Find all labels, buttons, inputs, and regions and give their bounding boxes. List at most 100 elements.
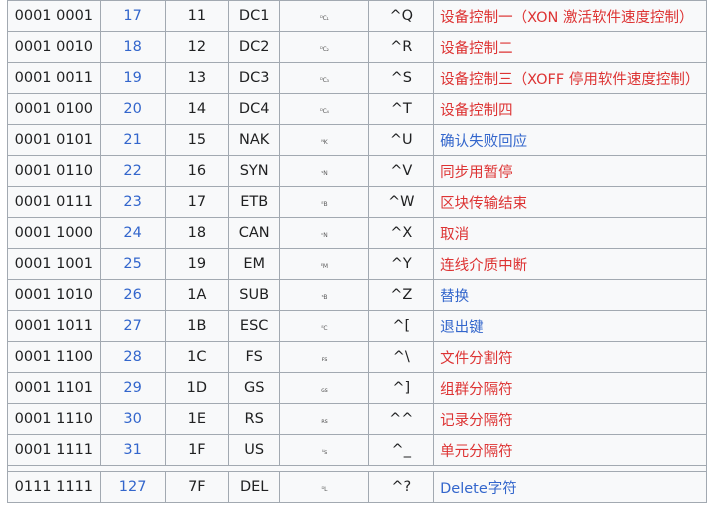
abbreviation-cell: ETB bbox=[228, 186, 281, 218]
caret-notation-cell: ^_ bbox=[368, 434, 435, 466]
description-link[interactable]: 设备控制二 bbox=[433, 31, 707, 63]
decimal-link-text[interactable]: 28 bbox=[123, 349, 141, 365]
description-link-text[interactable]: 设备控制二 bbox=[440, 41, 513, 57]
description-link[interactable]: 替换 bbox=[433, 279, 707, 311]
description-link[interactable]: 区块传输结束 bbox=[433, 186, 707, 218]
control-symbol-cell-text: ᴰL bbox=[321, 486, 328, 493]
decimal-link-text[interactable]: 30 bbox=[123, 411, 141, 427]
decimal-link[interactable]: 19 bbox=[99, 62, 166, 94]
abbreviation-cell-text: DC4 bbox=[238, 101, 270, 117]
description-link[interactable]: 连线介质中断 bbox=[433, 248, 707, 280]
description-link[interactable]: 组群分隔符 bbox=[433, 372, 707, 404]
table-row: 0001 1000 24 18 CAN ᶜN ^X 取消 bbox=[7, 217, 707, 249]
description-link[interactable]: 设备控制一（XON 激活软件速度控制） bbox=[433, 0, 707, 32]
table-row: 0001 1110 30 1E RS ʀs ^^ 记录分隔符 bbox=[7, 403, 707, 435]
description-link-text[interactable]: 单元分隔符 bbox=[440, 444, 513, 460]
table-row: 0001 1100 28 1C FS ꜰs ^\ 文件分割符 bbox=[7, 341, 707, 373]
description-link[interactable]: 确认失败回应 bbox=[433, 124, 707, 156]
caret-notation-cell-text: ^R bbox=[390, 39, 413, 55]
description-link[interactable]: 设备控制三（XOFF 停用软件速度控制） bbox=[433, 62, 707, 94]
decimal-link[interactable]: 31 bbox=[99, 434, 166, 466]
hex-cell-text: 19 bbox=[187, 256, 207, 272]
decimal-link[interactable]: 23 bbox=[99, 186, 166, 218]
hex-cell: 17 bbox=[164, 186, 230, 218]
decimal-link[interactable]: 21 bbox=[99, 124, 166, 156]
hex-cell-text: 15 bbox=[187, 132, 207, 148]
control-symbol-cell-text: ᴰC₂ bbox=[320, 46, 329, 53]
decimal-link-text[interactable]: 19 bbox=[123, 70, 141, 86]
hex-cell-text: 13 bbox=[187, 70, 207, 86]
decimal-link[interactable]: 18 bbox=[99, 31, 166, 63]
decimal-link-text[interactable]: 17 bbox=[123, 8, 141, 24]
control-symbol-cell: ᶜN bbox=[279, 217, 370, 249]
description-link[interactable]: 单元分隔符 bbox=[433, 434, 707, 466]
binary-cell: 0001 1000 bbox=[7, 217, 101, 249]
caret-notation-cell-text: ^_ bbox=[391, 442, 411, 458]
abbreviation-cell-text: GS bbox=[243, 380, 265, 396]
hex-cell: 1D bbox=[164, 372, 230, 404]
decimal-link[interactable]: 30 bbox=[99, 403, 166, 435]
decimal-link-text[interactable]: 25 bbox=[123, 256, 141, 272]
description-link[interactable]: 取消 bbox=[433, 217, 707, 249]
decimal-link[interactable]: 127 bbox=[99, 471, 166, 503]
description-link-text[interactable]: 文件分割符 bbox=[440, 351, 513, 367]
description-link-text[interactable]: 替换 bbox=[440, 289, 469, 305]
description-link-text[interactable]: 组群分隔符 bbox=[440, 382, 513, 398]
decimal-link-text[interactable]: 20 bbox=[123, 101, 141, 117]
decimal-link-text[interactable]: 24 bbox=[123, 225, 141, 241]
decimal-link[interactable]: 20 bbox=[99, 93, 166, 125]
control-symbol-cell-text: ˢB bbox=[321, 294, 328, 301]
caret-notation-cell: ^Q bbox=[368, 0, 435, 32]
description-link-text[interactable]: 设备控制一（XON 激活软件速度控制） bbox=[440, 10, 693, 26]
table-row: 0001 0001 17 11 DC1 ᴰC₁ ^Q 设备控制一（XON 激活软件速度控制） bbox=[7, 0, 707, 32]
caret-notation-cell: ^V bbox=[368, 155, 435, 187]
description-link-text[interactable]: 设备控制三（XOFF 停用软件速度控制） bbox=[440, 72, 699, 88]
abbreviation-cell-text: DC1 bbox=[238, 8, 270, 24]
abbreviation-cell: FS bbox=[228, 341, 281, 373]
decimal-link[interactable]: 28 bbox=[99, 341, 166, 373]
control-symbol-cell: ᴱM bbox=[279, 248, 370, 280]
control-symbol-cell: ʀs bbox=[279, 403, 370, 435]
description-link[interactable]: 同步用暂停 bbox=[433, 155, 707, 187]
description-link-text[interactable]: 区块传输结束 bbox=[440, 196, 527, 212]
decimal-link[interactable]: 24 bbox=[99, 217, 166, 249]
abbreviation-cell-text: RS bbox=[244, 411, 264, 427]
description-link-text[interactable]: 取消 bbox=[440, 227, 469, 243]
binary-cell-text: 0001 1111 bbox=[14, 442, 94, 458]
caret-notation-cell: ^S bbox=[368, 62, 435, 94]
decimal-link[interactable]: 27 bbox=[99, 310, 166, 342]
description-link[interactable]: Delete字符 bbox=[433, 471, 707, 503]
description-link-text[interactable]: 设备控制四 bbox=[440, 103, 513, 119]
decimal-link-text[interactable]: 27 bbox=[123, 318, 141, 334]
decimal-link-text[interactable]: 22 bbox=[123, 163, 141, 179]
abbreviation-cell-text: DC3 bbox=[238, 70, 270, 86]
decimal-link[interactable]: 26 bbox=[99, 279, 166, 311]
binary-cell: 0001 1011 bbox=[7, 310, 101, 342]
decimal-link-text[interactable]: 26 bbox=[123, 287, 141, 303]
decimal-link-text[interactable]: 21 bbox=[123, 132, 141, 148]
caret-notation-cell-text: ^? bbox=[391, 479, 412, 495]
description-link[interactable]: 文件分割符 bbox=[433, 341, 707, 373]
description-link-text[interactable]: 记录分隔符 bbox=[440, 413, 513, 429]
decimal-link-text[interactable]: 31 bbox=[123, 442, 141, 458]
decimal-link[interactable]: 22 bbox=[99, 155, 166, 187]
description-link-text[interactable]: 连线介质中断 bbox=[440, 258, 527, 274]
decimal-link-text[interactable]: 18 bbox=[123, 39, 141, 55]
description-link-text[interactable]: 确认失败回应 bbox=[440, 134, 527, 150]
hex-cell-text: 16 bbox=[187, 163, 207, 179]
decimal-link-text[interactable]: 127 bbox=[119, 479, 147, 495]
description-link[interactable]: 退出键 bbox=[433, 310, 707, 342]
description-link-text[interactable]: Delete字符 bbox=[440, 481, 517, 497]
hex-cell: 12 bbox=[164, 31, 230, 63]
decimal-link[interactable]: 17 bbox=[99, 0, 166, 32]
description-link-text[interactable]: 退出键 bbox=[440, 320, 484, 336]
decimal-link-text[interactable]: 23 bbox=[123, 194, 141, 210]
decimal-link-text[interactable]: 29 bbox=[123, 380, 141, 396]
control-symbol-cell: ᵁs bbox=[279, 434, 370, 466]
description-link[interactable]: 设备控制四 bbox=[433, 93, 707, 125]
description-link[interactable]: 记录分隔符 bbox=[433, 403, 707, 435]
description-link-text[interactable]: 同步用暂停 bbox=[440, 165, 513, 181]
decimal-link[interactable]: 25 bbox=[99, 248, 166, 280]
decimal-link[interactable]: 29 bbox=[99, 372, 166, 404]
control-symbol-cell-text: ꜰs bbox=[321, 356, 328, 363]
